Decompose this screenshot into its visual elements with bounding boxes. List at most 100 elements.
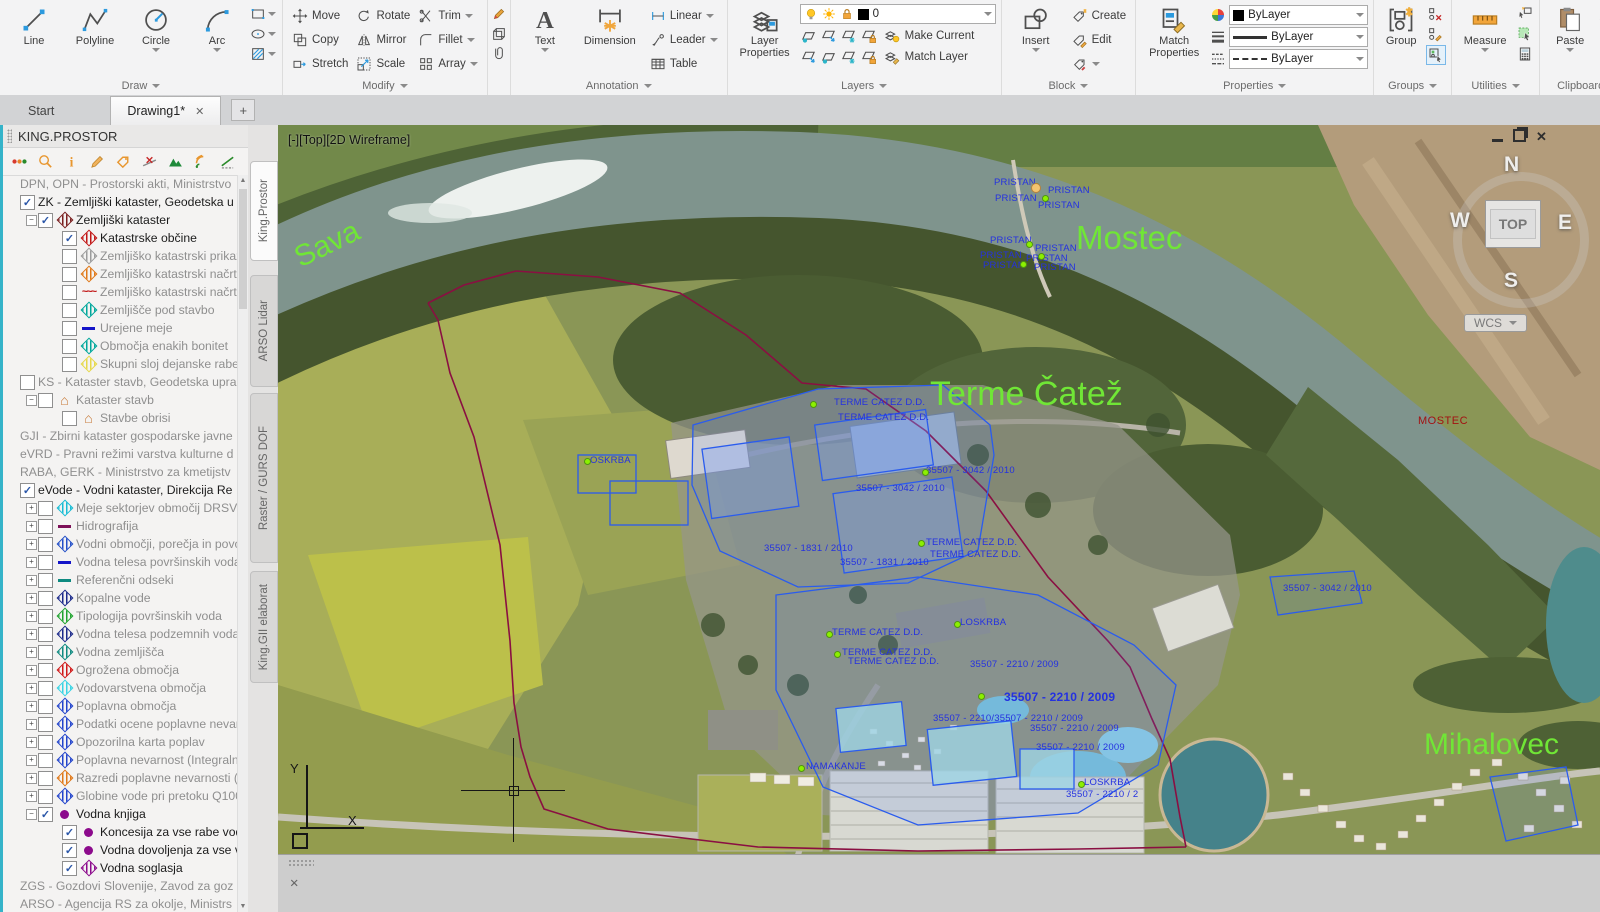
layer-checkbox[interactable] xyxy=(38,789,53,804)
table-button[interactable]: Table xyxy=(646,52,722,76)
layer-checkbox[interactable] xyxy=(62,411,77,426)
tab-drawing1[interactable]: Drawing1* ✕ xyxy=(110,96,221,125)
tree-item[interactable]: ARSO - Agencija RS za okolje, Ministrs xyxy=(3,895,238,912)
panel-title-modify[interactable]: Modify xyxy=(288,76,482,95)
close-icon[interactable]: ✕ xyxy=(1535,131,1548,142)
wms-icon[interactable] xyxy=(193,153,210,170)
layer-unlock-icon[interactable] xyxy=(860,48,877,65)
tree-item[interactable]: ⌂Stavbe obrisi xyxy=(3,409,238,427)
leader-button[interactable]: Leader xyxy=(646,28,722,52)
expand-icon[interactable]: + xyxy=(25,737,38,748)
terrain-icon[interactable] xyxy=(167,153,184,170)
panel-title-utilities[interactable]: Utilities xyxy=(1457,76,1534,95)
tree-item[interactable]: ✓Katastrske občine xyxy=(3,229,238,247)
sidetab-king-gji-elaborat[interactable]: King.GII elaborat xyxy=(250,571,278,683)
layer-manager-icon[interactable] xyxy=(11,153,28,170)
restore-icon[interactable] xyxy=(1513,131,1526,142)
expand-icon[interactable]: + xyxy=(25,773,38,784)
tree-item[interactable]: +Hidrografija xyxy=(3,517,238,535)
group-selection-button[interactable] xyxy=(1426,45,1446,65)
layer-checkbox[interactable] xyxy=(38,735,53,750)
new-tab-button[interactable]: + xyxy=(231,99,255,121)
tree-item[interactable]: Območja enakih bonitet xyxy=(3,337,238,355)
dimension-button[interactable]: Dimension xyxy=(577,2,643,47)
layer-checkbox[interactable]: ✓ xyxy=(62,825,77,840)
viewport-controls-label[interactable]: [-][Top][2D Wireframe] xyxy=(288,133,410,147)
panel-title-properties[interactable]: Properties xyxy=(1141,76,1368,95)
explode-button[interactable] xyxy=(490,25,508,43)
lineweight-select[interactable]: ByLayer xyxy=(1229,27,1368,47)
tree-item[interactable]: −✓Zemljiški kataster xyxy=(3,211,238,229)
expand-icon[interactable]: + xyxy=(25,701,38,712)
collapse-icon[interactable]: − xyxy=(25,215,38,226)
layer-checkbox[interactable] xyxy=(62,339,77,354)
label-icon[interactable] xyxy=(115,153,132,170)
tree-item[interactable]: +Podatki ocene poplavne nevarn xyxy=(3,715,238,733)
layer-checkbox[interactable] xyxy=(38,591,53,606)
layer-checkbox[interactable] xyxy=(38,627,53,642)
layer-checkbox[interactable]: ✓ xyxy=(38,807,53,822)
match-layer-button[interactable]: Match Layer xyxy=(880,47,972,66)
tree-item[interactable]: +Vodna telesa površinskih voda xyxy=(3,553,238,571)
layer-checkbox[interactable] xyxy=(38,519,53,534)
sidetab-king-prostor[interactable]: King.Prostor xyxy=(250,161,278,261)
tree-item[interactable]: +Tipologija površinskih voda xyxy=(3,607,238,625)
drawing-viewport[interactable]: [-][Top][2D Wireframe] ✕ N W E S TOP WCS xyxy=(278,125,1600,854)
measure-button[interactable]: Measure xyxy=(1457,2,1513,52)
tree-item[interactable]: Urejene meje xyxy=(3,319,238,337)
edit-block-button[interactable]: Edit xyxy=(1068,28,1131,52)
ellipse-button[interactable] xyxy=(249,25,277,43)
tree-item[interactable]: Zemljiško katastrski prikaz xyxy=(3,247,238,265)
collapse-icon[interactable]: − xyxy=(25,809,38,820)
expand-icon[interactable]: + xyxy=(25,755,38,766)
tree-item[interactable]: ZGS - Gozdovi Slovenije, Zavod za goz xyxy=(3,877,238,895)
tree-item[interactable]: +Kopalne vode xyxy=(3,589,238,607)
panel-title-annotation[interactable]: Annotation xyxy=(516,76,722,95)
offset-button[interactable] xyxy=(490,45,508,63)
tree-item[interactable]: +Razredi poplavne nevarnosti (In xyxy=(3,769,238,787)
mirror-button[interactable]: Mirror xyxy=(352,28,414,52)
layer-checkbox[interactable] xyxy=(62,267,77,282)
edit-polyline-button[interactable] xyxy=(490,5,508,23)
paste-button[interactable]: Paste xyxy=(1545,2,1595,52)
linetype-select[interactable]: ByLayer xyxy=(1229,49,1368,69)
quick-select-button[interactable] xyxy=(1516,25,1534,43)
layer-checkbox[interactable] xyxy=(62,249,77,264)
layer-thaw-all-icon[interactable] xyxy=(840,48,857,65)
expand-icon[interactable]: + xyxy=(25,557,38,568)
tree-item[interactable]: Zemljiško katastrski načrt xyxy=(3,265,238,283)
layer-checkbox[interactable]: ✓ xyxy=(62,231,77,246)
expand-icon[interactable]: + xyxy=(25,719,38,730)
tree-item[interactable]: −✓Vodna knjiga xyxy=(3,805,238,823)
tree-scrollbar[interactable]: ▲ ▼ xyxy=(237,175,248,912)
panel-title-draw[interactable]: Draw xyxy=(5,76,277,95)
scroll-thumb[interactable] xyxy=(239,189,247,309)
define-attributes-button[interactable] xyxy=(1068,52,1131,76)
match-properties-button[interactable]: Match Properties xyxy=(1141,2,1207,59)
layer-checkbox[interactable] xyxy=(62,321,77,336)
tree-item[interactable]: ✓Koncesija za vse rabe vode xyxy=(3,823,238,841)
layer-checkbox[interactable]: ✓ xyxy=(38,213,53,228)
view-cube-top-face[interactable]: TOP xyxy=(1485,200,1541,248)
scale-button[interactable]: Scale xyxy=(352,52,414,76)
tree-item[interactable]: Skupni sloj dejanske rabe ze xyxy=(3,355,238,373)
scroll-down-icon[interactable]: ▼ xyxy=(238,903,248,910)
layer-checkbox[interactable] xyxy=(38,753,53,768)
layer-unisolate-icon[interactable] xyxy=(820,27,837,44)
expand-icon[interactable]: + xyxy=(25,503,38,514)
expand-icon[interactable]: + xyxy=(25,629,38,640)
sidetab-arso-lidar[interactable]: ARSO Lidar xyxy=(250,275,278,387)
layer-freeze-icon[interactable] xyxy=(840,27,857,44)
tree-item[interactable]: +Referenčni odseki xyxy=(3,571,238,589)
make-current-button[interactable]: Make Current xyxy=(880,26,979,45)
wcs-selector[interactable]: WCS xyxy=(1464,314,1527,332)
line-button[interactable]: Line xyxy=(5,2,63,47)
tree-item[interactable]: ~~~Zemljiško katastrski načrt da xyxy=(3,283,238,301)
panel-title-block[interactable]: Block xyxy=(1007,76,1131,95)
command-line-dock[interactable]: ✕ Command: *Cancel* Command: g4clyvis G4… xyxy=(278,854,1600,912)
layer-off-icon[interactable] xyxy=(800,48,817,65)
layer-checkbox[interactable] xyxy=(20,375,35,390)
layer-checkbox[interactable]: ✓ xyxy=(20,195,35,210)
layer-isolate-icon[interactable] xyxy=(800,27,817,44)
tree-item[interactable]: +Meje sektorjev območij DRSV xyxy=(3,499,238,517)
